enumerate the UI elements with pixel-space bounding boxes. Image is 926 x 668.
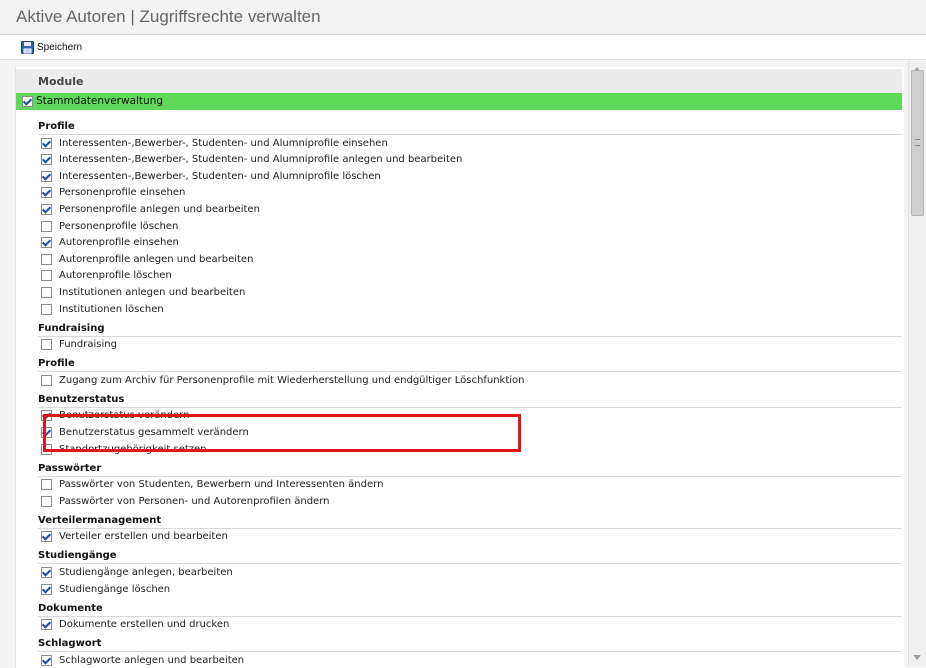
page-title: Aktive Autoren | Zugriffsrechte verwalte… — [16, 7, 321, 26]
permission-checkbox[interactable] — [41, 270, 52, 282]
permission-item[interactable]: Autorenprofile einsehen — [41, 236, 179, 250]
save-button[interactable]: Speichern — [21, 39, 82, 55]
permission-item[interactable]: Studiengänge anlegen, bearbeiten — [41, 565, 233, 579]
permission-item[interactable]: Schlagworte anlegen und bearbeiten — [41, 653, 244, 667]
group-title: Benutzerstatus — [38, 393, 125, 405]
permission-checkbox[interactable] — [41, 374, 52, 386]
permission-checkbox[interactable] — [41, 203, 52, 215]
permission-label: Studiengänge anlegen, bearbeiten — [59, 566, 233, 578]
permission-item[interactable]: Personenprofile einsehen — [41, 186, 185, 200]
permission-label: Passwörter von Personen- und Autorenprof… — [59, 495, 330, 507]
group-divider — [38, 475, 902, 477]
permission-label: Fundraising — [59, 339, 117, 351]
group-divider — [38, 371, 902, 373]
permission-label: Verteiler erstellen und bearbeiten — [59, 531, 228, 543]
toolbar: Speichern — [0, 35, 926, 60]
group-divider — [38, 335, 902, 337]
permission-label: Personenprofile löschen — [59, 220, 179, 232]
permission-item[interactable]: Verteiler erstellen und bearbeiten — [41, 530, 228, 544]
permission-item[interactable]: Institutionen anlegen und bearbeiten — [41, 285, 245, 299]
permission-checkbox[interactable] — [41, 137, 52, 149]
group-divider — [38, 527, 902, 529]
permission-checkbox[interactable] — [41, 303, 52, 315]
permission-checkbox[interactable] — [41, 286, 52, 298]
permission-label: Zugang zum Archiv für Personenprofile mi… — [59, 374, 525, 386]
permission-item[interactable]: Fundraising — [41, 338, 117, 352]
permission-checkbox[interactable] — [41, 495, 52, 507]
permission-label: Autorenprofile anlegen und bearbeiten — [59, 253, 254, 265]
permission-checkbox[interactable] — [41, 531, 52, 543]
group-title: Verteilermanagement — [38, 514, 162, 526]
module-header-label: Module — [38, 75, 84, 88]
permission-checkbox[interactable] — [41, 220, 52, 232]
permission-label: Institutionen anlegen und bearbeiten — [59, 286, 246, 298]
permission-checkbox[interactable] — [41, 237, 52, 249]
content-viewport: Module Stammdatenverwaltung Profile Inter… — [0, 60, 926, 668]
permission-item[interactable]: Dokumente erstellen und drucken — [41, 618, 229, 632]
permission-item[interactable]: Interessenten-,Bewerber-, Studenten- und… — [41, 169, 381, 183]
permission-checkbox[interactable] — [41, 566, 52, 578]
permission-label: Studiengänge löschen — [59, 583, 171, 595]
group-title: Schlagwort — [38, 638, 102, 650]
scrollbar-grip-icon — [915, 139, 920, 146]
permission-label: Interessenten-,Bewerber-, Studenten- und… — [59, 170, 381, 182]
save-button-label: Speichern — [37, 41, 83, 53]
group-title: Fundraising — [38, 322, 105, 334]
group-divider — [38, 563, 902, 565]
permission-label: Personenprofile einsehen — [59, 187, 186, 199]
group-title: Profile — [38, 121, 75, 132]
permission-checkbox[interactable] — [41, 154, 52, 166]
permission-item[interactable]: Passwörter von Personen- und Autorenprof… — [41, 494, 329, 508]
vertical-scrollbar[interactable] — [908, 61, 926, 666]
permission-checkbox[interactable] — [41, 339, 52, 351]
module-label: Stammdatenverwaltung — [36, 95, 164, 107]
module-row-stammdatenverwaltung: Stammdatenverwaltung — [16, 93, 902, 110]
permission-item[interactable]: Autorenprofile löschen — [41, 269, 172, 283]
permission-item[interactable]: Autorenprofile anlegen und bearbeiten — [41, 252, 253, 266]
permission-item[interactable]: Zugang zum Archiv für Personenprofile mi… — [41, 373, 524, 387]
permission-label: Dokumente erstellen und drucken — [59, 619, 230, 631]
permissions-panel: Module Stammdatenverwaltung Profile Inter… — [15, 67, 904, 668]
permission-checkbox[interactable] — [41, 583, 52, 595]
permission-item[interactable]: Interessenten-,Bewerber-, Studenten- und… — [41, 153, 462, 167]
group-divider — [38, 651, 902, 653]
permission-checkbox[interactable] — [41, 479, 52, 491]
group-divider — [38, 615, 902, 617]
permission-label: Personenprofile anlegen und bearbeiten — [59, 203, 260, 215]
group-title: Dokumente — [38, 602, 103, 614]
permission-label: Institutionen löschen — [59, 303, 164, 315]
permission-checkbox[interactable] — [41, 619, 52, 631]
group-title: Profile — [38, 358, 75, 370]
group-title: Passwörter — [38, 462, 102, 474]
permission-checkbox[interactable] — [41, 170, 52, 182]
permission-label: Autorenprofile löschen — [59, 270, 172, 282]
group-divider — [38, 134, 902, 135]
permission-label: Autorenprofile einsehen — [59, 237, 179, 249]
permission-item[interactable]: Institutionen löschen — [41, 302, 164, 316]
permission-label: Interessenten-,Bewerber-, Studenten- und… — [59, 154, 463, 166]
permission-checkbox[interactable] — [41, 253, 52, 265]
permission-label: Interessenten-,Bewerber-, Studenten- und… — [59, 137, 388, 149]
group-title: Studiengänge — [38, 550, 117, 562]
permission-label: Schlagworte anlegen und bearbeiten — [59, 654, 245, 666]
module-header: Module — [16, 69, 902, 93]
scrollbar-thumb[interactable] — [911, 70, 924, 216]
module-checkbox[interactable] — [22, 96, 33, 107]
floppy-disk-icon — [21, 40, 34, 54]
permission-item[interactable]: Studiengänge löschen — [41, 582, 170, 596]
permission-checkbox[interactable] — [41, 187, 52, 199]
title-bar: Aktive Autoren | Zugriffsrechte verwalte… — [0, 0, 926, 35]
permission-item[interactable]: Personenprofile löschen — [41, 219, 178, 233]
group-divider — [38, 406, 902, 408]
scroll-down-arrow-icon[interactable] — [913, 655, 921, 660]
permission-item[interactable]: Personenprofile anlegen und bearbeiten — [41, 202, 260, 216]
permission-item[interactable]: Interessenten-,Bewerber-, Studenten- und… — [41, 136, 388, 150]
permission-item[interactable]: Passwörter von Studenten, Bewerbern und … — [41, 478, 383, 492]
highlight-box — [43, 414, 521, 452]
permission-label: Passwörter von Studenten, Bewerbern und … — [59, 479, 384, 491]
permission-checkbox[interactable] — [41, 654, 52, 666]
